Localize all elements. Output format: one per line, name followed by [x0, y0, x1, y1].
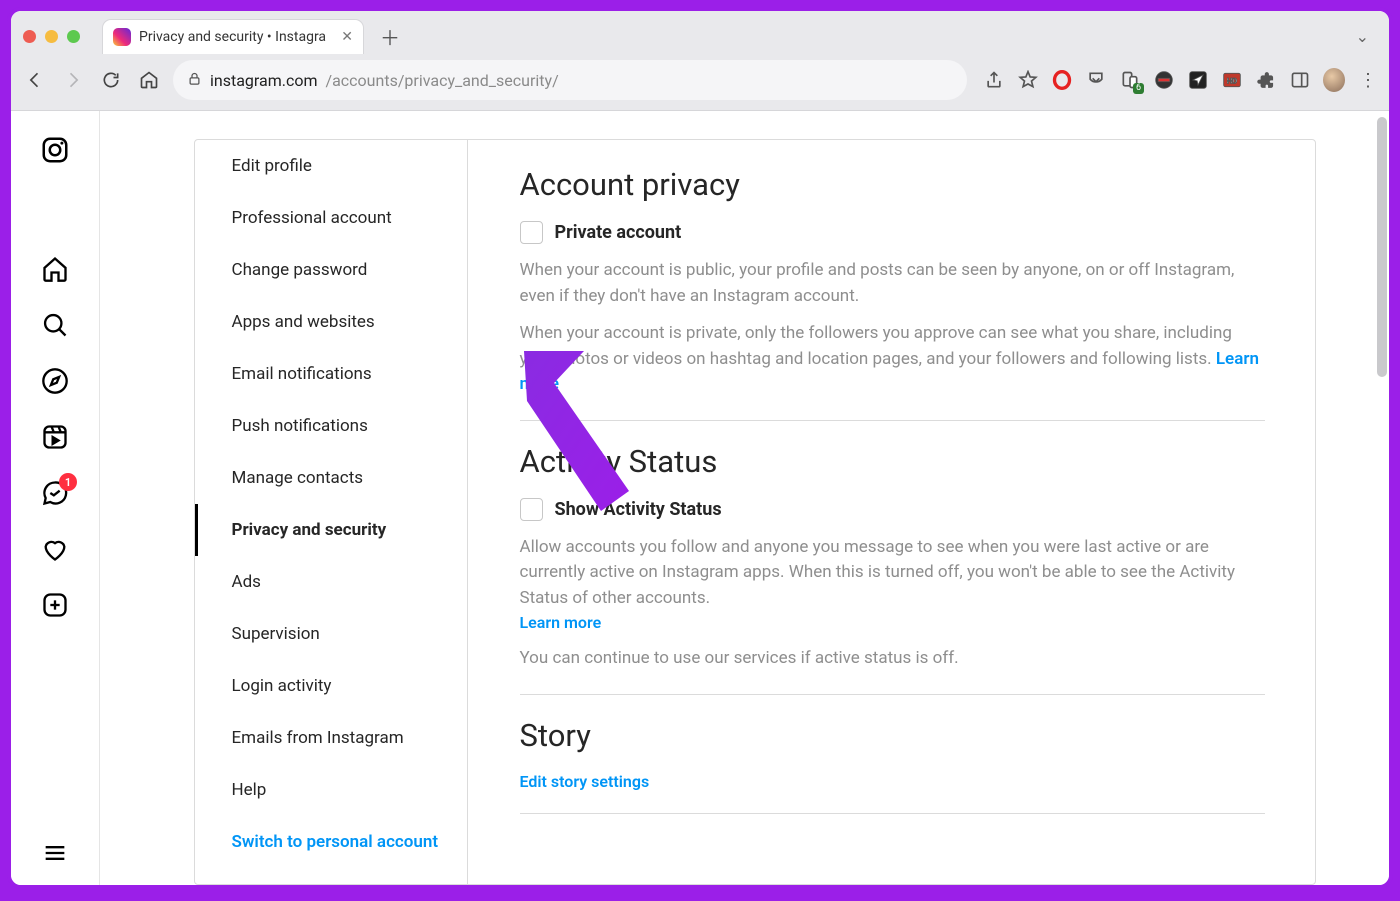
edit-story-settings-link[interactable]: Edit story settings — [520, 772, 650, 791]
private-account-checkbox[interactable] — [520, 221, 543, 244]
section-activity-status-title: Activity Status — [520, 443, 1265, 480]
home-button[interactable] — [135, 66, 163, 94]
toolbar-icons: 6 HD ⋮ — [983, 69, 1379, 91]
activity-status-label: Show Activity Status — [555, 499, 722, 520]
nav-login-activity[interactable]: Login activity — [195, 660, 467, 712]
nav-supervision[interactable]: Supervision — [195, 608, 467, 660]
nav-switch-personal[interactable]: Switch to personal account — [195, 816, 467, 868]
nav-professional-account[interactable]: Professional account — [195, 192, 467, 244]
nav-change-password[interactable]: Change password — [195, 244, 467, 296]
tab-title: Privacy and security • Instagra — [139, 29, 333, 45]
tab-strip: Privacy and security • Instagra ✕ ＋ ⌄ — [11, 11, 1389, 54]
scrollbar[interactable] — [1377, 117, 1387, 377]
extension-send-icon[interactable] — [1187, 69, 1209, 91]
create-plus-icon[interactable] — [41, 591, 69, 619]
extension-phone-link-icon[interactable]: 6 — [1119, 69, 1141, 91]
nav-emails-from-instagram[interactable]: Emails from Instagram — [195, 712, 467, 764]
nav-ads[interactable]: Ads — [195, 556, 467, 608]
profile-avatar[interactable] — [41, 647, 69, 675]
browser-tab[interactable]: Privacy and security • Instagra ✕ — [102, 19, 364, 54]
nav-push-notifications[interactable]: Push notifications — [195, 400, 467, 452]
section-story-title: Story — [520, 717, 1265, 754]
private-account-label: Private account — [555, 222, 682, 243]
messages-icon[interactable]: 1 — [41, 479, 69, 507]
reload-button[interactable] — [97, 66, 125, 94]
instagram-logo-icon[interactable] — [40, 135, 70, 169]
activity-learn-more-link[interactable]: Learn more — [520, 613, 602, 632]
extension-badge: 6 — [1133, 83, 1144, 94]
section-account-privacy-title: Account privacy — [520, 166, 1265, 203]
url-path: /accounts/privacy_and_security/ — [326, 71, 559, 90]
minimize-window-button[interactable] — [45, 30, 58, 43]
home-icon[interactable] — [41, 255, 69, 283]
explore-compass-icon[interactable] — [41, 367, 69, 395]
divider — [520, 420, 1265, 421]
settings-sidebar: Edit profile Professional account Change… — [195, 140, 468, 884]
settings-content: Edit profile Professional account Change… — [100, 111, 1389, 885]
instagram-nav-rail: 1 — [11, 111, 100, 885]
notifications-heart-icon[interactable] — [41, 535, 69, 563]
forward-button[interactable] — [59, 66, 87, 94]
extension-pocket-icon[interactable] — [1085, 69, 1107, 91]
close-tab-icon[interactable]: ✕ — [341, 29, 353, 45]
search-icon[interactable] — [41, 311, 69, 339]
share-icon[interactable] — [983, 69, 1005, 91]
nav-email-notifications[interactable]: Email notifications — [195, 348, 467, 400]
settings-card: Edit profile Professional account Change… — [194, 139, 1316, 885]
extensions-puzzle-icon[interactable] — [1255, 69, 1277, 91]
activity-status-desc-1: Allow accounts you follow and anyone you… — [520, 535, 1265, 612]
address-bar[interactable]: instagram.com/accounts/privacy_and_secur… — [173, 60, 967, 100]
lock-icon — [187, 71, 202, 90]
nav-apps-websites[interactable]: Apps and websites — [195, 296, 467, 348]
more-menu-icon[interactable] — [41, 839, 69, 867]
activity-status-desc-2: You can continue to use our services if … — [520, 646, 1265, 672]
fullscreen-window-button[interactable] — [67, 30, 80, 43]
browser-chrome: Privacy and security • Instagra ✕ ＋ ⌄ — [11, 11, 1389, 111]
private-account-desc-2-text: When your account is private, only the f… — [520, 323, 1232, 369]
new-tab-button[interactable]: ＋ — [376, 23, 404, 51]
toolbar: instagram.com/accounts/privacy_and_secur… — [11, 54, 1389, 110]
chrome-menu-icon[interactable]: ⋮ — [1357, 69, 1379, 91]
bookmark-star-icon[interactable] — [1017, 69, 1039, 91]
page-viewport: 1 Edit profile Professional account — [11, 111, 1389, 885]
nav-privacy-security[interactable]: Privacy and security — [195, 504, 467, 556]
back-button[interactable] — [21, 66, 49, 94]
messages-badge: 1 — [59, 473, 77, 491]
nav-manage-contacts[interactable]: Manage contacts — [195, 452, 467, 504]
private-account-desc-2: When your account is private, only the f… — [520, 321, 1265, 398]
nav-edit-profile[interactable]: Edit profile — [195, 140, 467, 192]
tab-overflow-icon[interactable]: ⌄ — [1356, 27, 1369, 46]
settings-main: Account privacy Private account When you… — [468, 140, 1315, 884]
extension-hd-icon[interactable]: HD — [1221, 69, 1243, 91]
browser-window: Privacy and security • Instagra ✕ ＋ ⌄ — [7, 7, 1393, 889]
reels-icon[interactable] — [41, 423, 69, 451]
window-controls — [23, 30, 80, 43]
divider — [520, 813, 1265, 814]
extension-opera-icon[interactable] — [1051, 69, 1073, 91]
activity-status-checkbox[interactable] — [520, 498, 543, 521]
url-host: instagram.com — [210, 71, 318, 90]
svg-text:HD: HD — [1227, 76, 1237, 85]
close-window-button[interactable] — [23, 30, 36, 43]
divider — [520, 694, 1265, 695]
private-account-desc-1: When your account is public, your profil… — [520, 258, 1265, 309]
side-panel-icon[interactable] — [1289, 69, 1311, 91]
private-account-row: Private account — [520, 221, 1265, 244]
activity-status-row: Show Activity Status — [520, 498, 1265, 521]
extension-ninja-icon[interactable] — [1153, 69, 1175, 91]
nav-help[interactable]: Help — [195, 764, 467, 816]
instagram-favicon-icon — [113, 28, 131, 46]
profile-avatar-icon[interactable] — [1323, 69, 1345, 91]
